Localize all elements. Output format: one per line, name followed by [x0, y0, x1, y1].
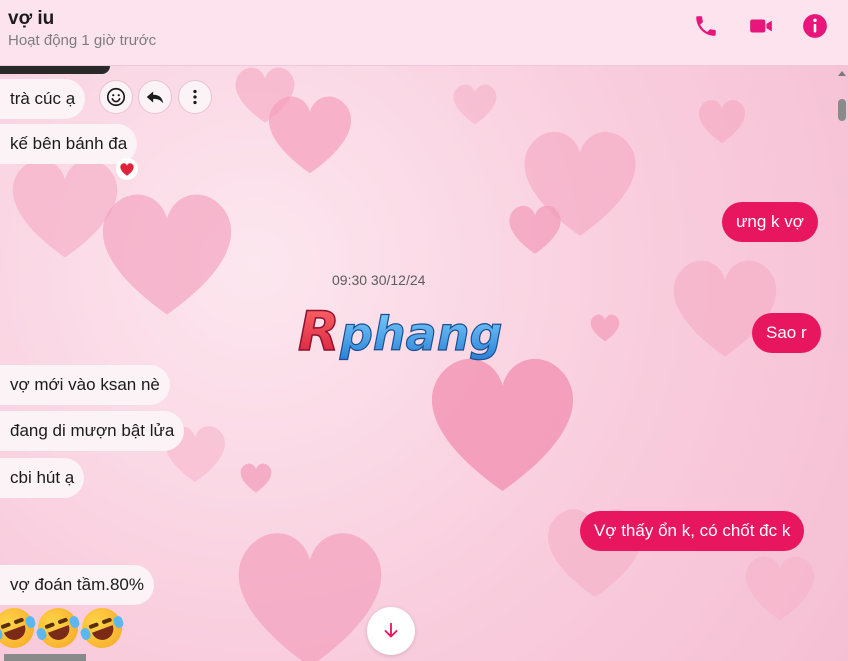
rofl-emoji-icon	[32, 602, 84, 654]
media-attachment[interactable]	[4, 654, 86, 661]
heart-reaction-icon[interactable]	[116, 158, 138, 180]
contact-status: Hoạt động 1 giờ trước	[8, 32, 157, 49]
media-attachment[interactable]	[0, 66, 110, 74]
chat-header: vợ iu Hoạt động 1 giờ trước	[0, 0, 848, 66]
scroll-up-arrow-icon[interactable]	[838, 71, 846, 76]
message-outgoing[interactable]: Vợ thấy ổn k, có chốt đc k	[580, 511, 805, 551]
more-icon[interactable]	[178, 80, 212, 114]
info-icon[interactable]	[801, 12, 829, 40]
scrollbar[interactable]	[836, 66, 848, 661]
message-incoming[interactable]: vợ đoán tầm.80%	[0, 565, 154, 605]
heart-decoration	[238, 460, 274, 494]
emoji-message[interactable]	[0, 602, 128, 654]
scrollbar-thumb[interactable]	[838, 99, 846, 121]
svg-text:R: R	[298, 300, 340, 362]
message-incoming[interactable]: kế bên bánh đa	[0, 124, 138, 164]
message-timestamp: 09:30 30/12/24	[332, 272, 426, 288]
arrow-down-icon	[384, 622, 398, 638]
heart-decoration	[740, 550, 820, 622]
message-outgoing[interactable]: ưng k vợ	[722, 202, 818, 242]
message-incoming[interactable]: đang di mượn bật lửa	[0, 411, 185, 451]
heart-decoration	[92, 180, 242, 320]
message-incoming[interactable]: trà cúc ạ	[0, 79, 86, 119]
react-icon[interactable]	[99, 80, 133, 114]
heart-decoration	[505, 200, 565, 256]
scroll-to-bottom-button[interactable]	[367, 607, 415, 655]
message-incoming[interactable]: cbi hút ạ	[0, 458, 85, 498]
phone-icon[interactable]	[692, 12, 720, 40]
contact-name[interactable]: vợ iu	[8, 8, 54, 30]
heart-decoration	[262, 88, 358, 176]
rofl-emoji-icon	[0, 602, 40, 654]
rphang-watermark-logo: R phang	[296, 299, 556, 367]
heart-decoration	[588, 312, 622, 342]
reply-icon[interactable]	[138, 80, 172, 114]
video-call-icon[interactable]	[747, 12, 775, 40]
rofl-emoji-icon	[76, 602, 128, 654]
message-incoming[interactable]: vợ mới vào ksan nè	[0, 365, 170, 405]
heart-decoration	[450, 80, 500, 126]
message-outgoing[interactable]: Sao r	[752, 313, 821, 353]
svg-text:phang: phang	[339, 307, 502, 361]
heart-decoration	[695, 95, 749, 145]
